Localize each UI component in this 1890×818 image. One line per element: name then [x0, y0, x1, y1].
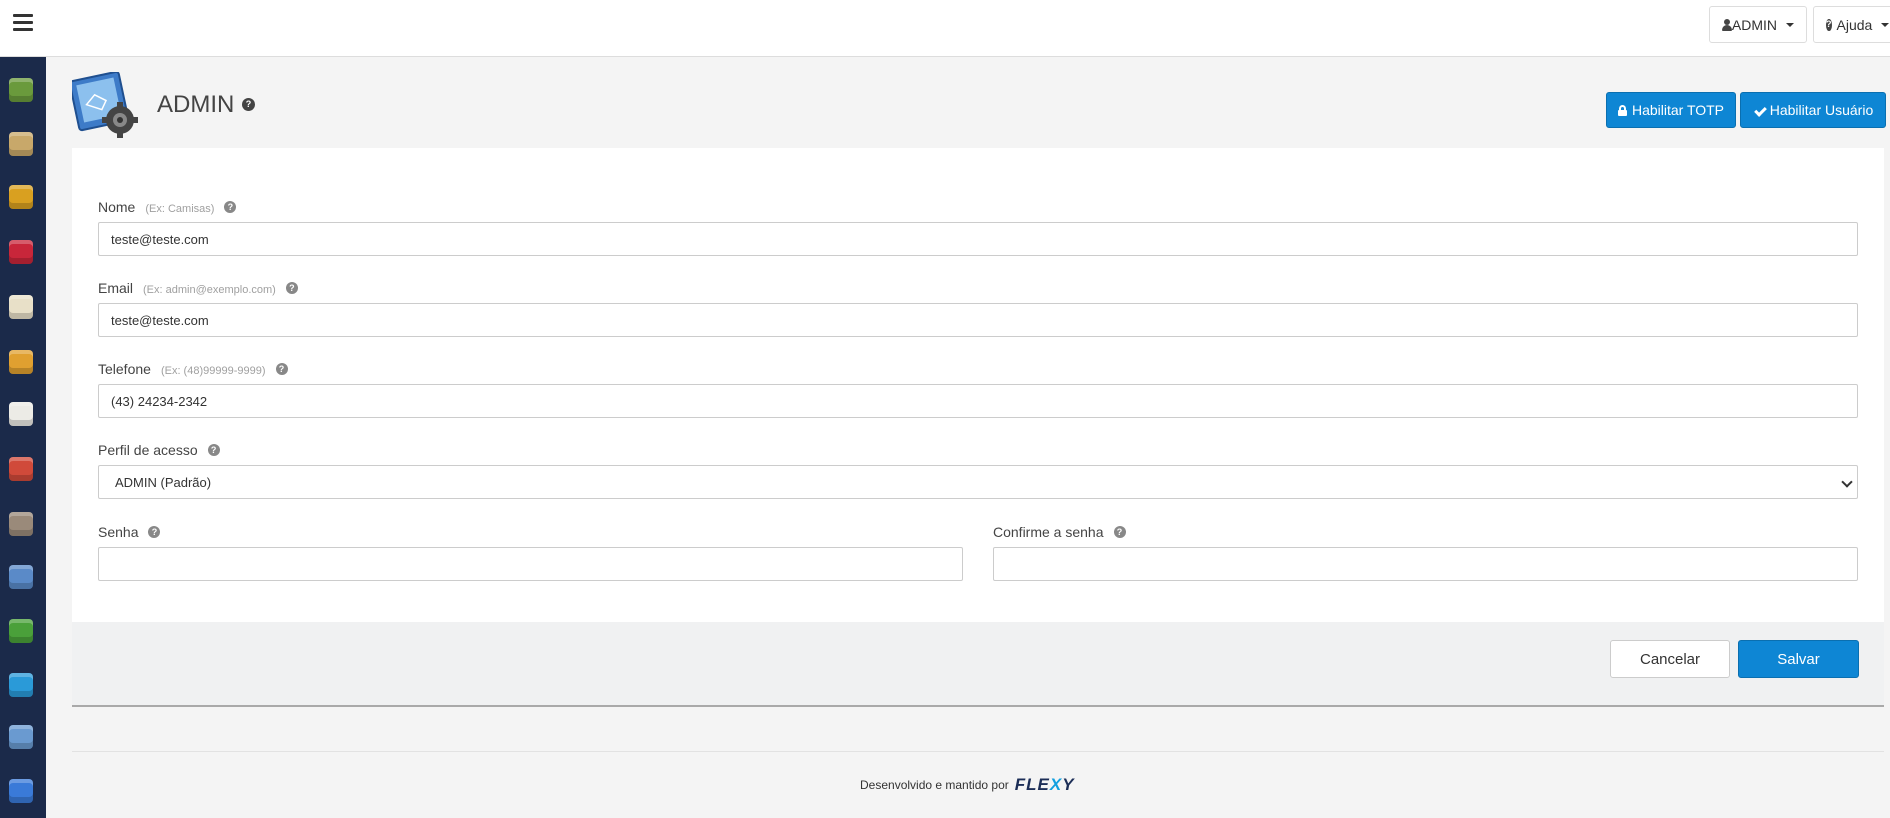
- telefone-label: Telefone: [98, 361, 151, 377]
- enable-user-button[interactable]: Habilitar Usuário: [1740, 92, 1886, 128]
- question-circle-icon[interactable]: ?: [242, 98, 255, 111]
- lock-icon: [1617, 104, 1627, 116]
- email-value: teste@teste.com: [111, 312, 209, 328]
- help-menu-button[interactable]: ? Ajuda: [1813, 6, 1890, 43]
- senha-label-group: Senha ?: [98, 524, 161, 540]
- flexy-logo[interactable]: FLEXY: [1015, 775, 1075, 795]
- document-map-icon[interactable]: [9, 132, 33, 156]
- telefone-hint: (Ex: (48)99999-9999): [160, 365, 266, 377]
- nome-input[interactable]: teste@teste.com: [98, 222, 1858, 256]
- chevron-down-icon: [1841, 476, 1853, 488]
- nome-label-group: Nome (Ex: Camisas) ?: [98, 199, 237, 215]
- footer-text: Desenvolvido e mantido por: [860, 778, 1009, 792]
- question-circle-icon[interactable]: ?: [148, 526, 161, 538]
- user-menu-label: ADMIN: [1731, 16, 1777, 33]
- telefone-value: (43) 24234-2342: [111, 393, 208, 409]
- box-green-icon[interactable]: [9, 78, 33, 102]
- page-title: ADMIN: [157, 91, 235, 118]
- footer: Desenvolvido e mantido por FLEXY: [860, 775, 1075, 795]
- card-icon[interactable]: [9, 295, 33, 319]
- confirme-senha-input[interactable]: [993, 547, 1858, 581]
- nome-value: teste@teste.com: [111, 231, 209, 247]
- discount-icon[interactable]: [9, 240, 33, 264]
- note-icon[interactable]: [9, 402, 33, 426]
- user-icon: [1722, 18, 1732, 31]
- enable-totp-label: Habilitar TOTP: [1631, 102, 1725, 118]
- user-menu-button[interactable]: ADMIN: [1709, 6, 1807, 43]
- sidebar: [0, 57, 46, 818]
- confirme-label-group: Confirme a senha ?: [993, 524, 1126, 540]
- enable-user-label: Habilitar Usuário: [1769, 102, 1874, 118]
- senha-input[interactable]: [98, 547, 963, 581]
- truck-icon[interactable]: [9, 350, 33, 374]
- help-menu-label: Ajuda: [1836, 16, 1873, 33]
- chart-icon[interactable]: [9, 619, 33, 643]
- caret-down-icon: [1786, 22, 1794, 27]
- question-circle-icon[interactable]: ?: [224, 201, 237, 213]
- nome-hint: (Ex: Camisas): [145, 203, 215, 215]
- person-icon[interactable]: [9, 512, 33, 536]
- email-label-group: Email (Ex: admin@exemplo.com) ?: [98, 280, 298, 296]
- menu-toggle-icon[interactable]: [13, 14, 33, 32]
- users-icon[interactable]: [9, 457, 33, 481]
- help-book-icon[interactable]: [9, 779, 33, 803]
- question-circle-icon[interactable]: ?: [275, 363, 288, 375]
- settings-screen-icon[interactable]: [9, 725, 33, 749]
- question-circle-icon[interactable]: ?: [1113, 526, 1126, 538]
- top-bar: ADMIN ? Ajuda: [0, 0, 1890, 57]
- enable-totp-button[interactable]: Habilitar TOTP: [1606, 92, 1736, 128]
- cancel-button[interactable]: Cancelar: [1610, 640, 1730, 678]
- check-icon: [1753, 106, 1765, 115]
- cash-register-icon[interactable]: [9, 565, 33, 589]
- confirme-label: Confirme a senha: [993, 524, 1104, 540]
- footer-divider: [72, 751, 1884, 752]
- flexy-logo-part-x: X: [1049, 775, 1063, 794]
- stack-icon[interactable]: [9, 185, 33, 209]
- question-circle-icon[interactable]: ?: [285, 282, 298, 294]
- save-button[interactable]: Salvar: [1738, 640, 1859, 678]
- question-circle-icon: ?: [1826, 18, 1832, 31]
- telefone-label-group: Telefone (Ex: (48)99999-9999) ?: [98, 361, 288, 377]
- telefone-input[interactable]: (43) 24234-2342: [98, 384, 1858, 418]
- perfil-label: Perfil de acesso: [98, 442, 198, 458]
- perfil-label-group: Perfil de acesso ?: [98, 442, 220, 458]
- perfil-select[interactable]: ADMIN (Padrão): [98, 465, 1858, 499]
- nome-label: Nome: [98, 199, 136, 215]
- flexy-logo-part-a: FLE: [1014, 775, 1050, 794]
- perfil-value: ADMIN (Padrão): [115, 474, 212, 490]
- question-circle-icon[interactable]: ?: [207, 444, 220, 456]
- flexy-logo-part-b: Y: [1062, 775, 1075, 794]
- caret-down-icon: [1881, 22, 1890, 27]
- email-label: Email: [98, 280, 134, 296]
- email-input[interactable]: teste@teste.com: [98, 303, 1858, 337]
- senha-label: Senha: [98, 524, 139, 540]
- user-settings-logo-icon: [72, 72, 138, 138]
- email-hint: (Ex: admin@exemplo.com): [143, 284, 276, 296]
- share-icon[interactable]: [9, 673, 33, 697]
